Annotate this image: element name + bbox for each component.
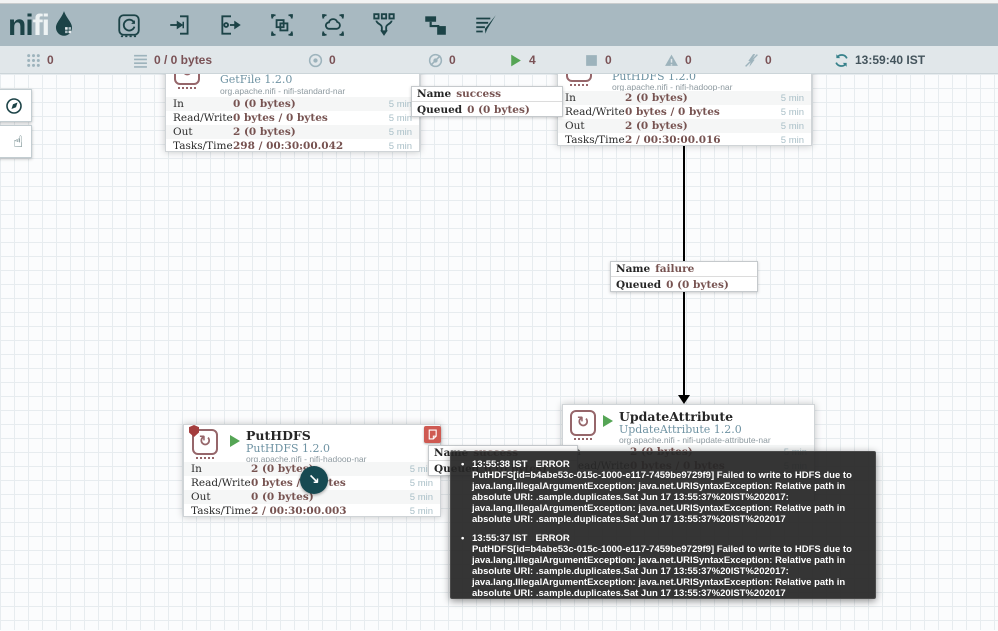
funnel-icon[interactable]	[371, 12, 397, 38]
stat-running: 4	[508, 46, 536, 74]
nifi-logo: ni fi	[8, 10, 100, 41]
processor-glyph-icon: ↻	[174, 74, 200, 89]
not-transmitting-icon	[428, 53, 443, 67]
bulletin-message: PutHDFS[id=b4abe53c-015c-1000-e117-7459b…	[472, 544, 852, 599]
logo-text-fi: fi	[32, 8, 50, 42]
stopped-icon	[586, 54, 597, 66]
flow-status-bar: 0 0 / 0 bytes 0 0 4 0 0 0 13:59:40 IST	[0, 46, 998, 74]
operate-panel-button[interactable]: ☝	[0, 125, 32, 158]
bulletin-indicator-icon[interactable]	[424, 426, 441, 443]
processor-type: GetFile 1.2.0	[220, 74, 293, 86]
connection-arrowhead	[678, 395, 690, 404]
connection-name-row: Name failure	[611, 262, 757, 277]
nifi-drop-icon	[55, 10, 73, 36]
compass-icon	[6, 97, 22, 114]
bulletin-tooltip: • 13:55:38 IST ERROR PutHDFS[id=b4abe53c-…	[450, 451, 876, 599]
bulletin-level: ERROR	[535, 459, 570, 470]
stat-stopped: 0	[584, 46, 612, 74]
stat-disabled: 0	[744, 46, 772, 74]
connect-drag-cursor-icon: ↘	[300, 466, 328, 494]
processor-icon[interactable]	[116, 12, 142, 38]
processor-name: PutHDFS	[246, 428, 311, 443]
process-group-icon[interactable]	[269, 12, 295, 38]
bulletin-message: PutHDFS[id=b4abe53c-015c-1000-e117-7459b…	[472, 470, 852, 525]
invalid-warning-icon	[665, 54, 678, 66]
hand-pointer-icon: ☝	[13, 132, 23, 151]
stat-row-in: In 0 (0 bytes) 5 min	[166, 97, 419, 111]
template-icon[interactable]	[422, 12, 448, 38]
stat-row-in: In2 (0 bytes)5 min	[558, 91, 811, 105]
bulletin-time: 13:55:38 IST	[472, 459, 528, 470]
navigate-panel-button[interactable]	[0, 89, 32, 122]
input-port-icon[interactable]	[167, 12, 193, 38]
bulletin-level: ERROR	[535, 533, 570, 544]
transmitting-icon	[308, 53, 323, 67]
processor-stats: In 0 (0 bytes) 5 min Read/Write 0 bytes / 0…	[166, 97, 419, 153]
processor-glyph-icon: ↻	[570, 410, 596, 440]
app-header: ni fi	[0, 4, 998, 46]
processor-getfile[interactable]: ↻ GetFile 1.2.0 org.apache.nifi - nifi-s…	[165, 74, 420, 152]
processor-glyph-icon: ↻	[189, 425, 218, 459]
stat-row-tasks: Tasks/Time 2 / 00:30:00.003 5 min	[191, 505, 433, 517]
refresh-icon[interactable]	[834, 53, 849, 68]
stat-row-out: Out 2 (0 bytes) 5 min	[558, 119, 811, 133]
processor-name: UpdateAttribute	[619, 409, 734, 424]
label-icon[interactable]	[473, 12, 499, 38]
restricted-shield-icon	[189, 425, 199, 437]
connection-label-failure[interactable]: Name failure Queued 0 (0 bytes)	[610, 261, 758, 292]
stat-transmitting: 0	[308, 46, 336, 74]
bullet-icon: •	[461, 533, 465, 544]
stat-not-transmitting: 0	[428, 46, 456, 74]
stat-queued: 0 / 0 bytes	[133, 46, 212, 74]
processor-stats: In2 (0 bytes)5 min Read/Write0 bytes / 0…	[558, 91, 811, 147]
nifi-app: ni fi 0 0 / 0 bytes 0 0 4 0 0 0 13:59:40…	[0, 0, 998, 631]
queued-list-icon	[134, 54, 147, 68]
bullet-icon: •	[461, 459, 465, 470]
remote-process-group-icon[interactable]	[320, 12, 346, 38]
stat-invalid: 0	[664, 46, 692, 74]
stat-row-readwrite: Read/Write0 bytes / 0 bytes5 min	[565, 106, 804, 118]
stat-refresh: 13:59:40 IST	[834, 46, 925, 74]
disabled-icon	[745, 53, 758, 67]
bulletin-entry: • 13:55:38 IST ERROR PutHDFS[id=b4abe53c-…	[461, 459, 865, 525]
stat-row-readwrite: Read/Write0 bytes / 0 bytes5 min	[173, 112, 412, 124]
output-port-icon[interactable]	[218, 12, 244, 38]
stat-row-tasks: Tasks/Time 298 / 00:30:00.042 5 min	[173, 140, 412, 152]
running-icon	[511, 54, 521, 66]
connection-queued-row: Queued0 (0 bytes)	[417, 103, 530, 116]
flow-canvas[interactable]: ☝ ↻ GetFile 1.2.0 org.apache.nifi - nifi…	[0, 74, 998, 630]
processor-glyph-icon: ↻	[566, 74, 592, 86]
processor-bundle: org.apache.nifi - nifi-standard-nar	[220, 86, 346, 96]
bulletin-entry: • 13:55:37 IST ERROR PutHDFS[id=b4abe53c-…	[461, 533, 865, 599]
logo-text-ni: ni	[8, 8, 34, 42]
processor-puthdfs-top[interactable]: ↻ PutHDFS 1.2.0 org.apache.nifi - nifi-h…	[557, 74, 812, 146]
component-toolbar	[116, 12, 499, 38]
threads-grid-icon	[27, 53, 40, 67]
processor-bundle: org.apache.nifi - nifi-update-attribute-…	[619, 435, 771, 445]
running-status-icon	[603, 415, 613, 427]
stat-row-tasks: Tasks/Time 2 / 00:30:00.016 5 min	[565, 134, 804, 146]
connection-queued-row: Queued0 (0 bytes)	[616, 278, 729, 291]
stat-active-threads: 0	[26, 46, 54, 74]
connection-label-success-top[interactable]: Name success Queued 0 (0 bytes)	[411, 86, 563, 117]
connection-name-row: Namesuccess	[412, 87, 562, 102]
bulletin-time: 13:55:37 IST	[472, 533, 528, 544]
refresh-time: 13:59:40 IST	[855, 53, 926, 67]
running-status-icon	[230, 435, 240, 447]
stat-row-out: Out 2 (0 bytes) 5 min	[166, 125, 419, 139]
